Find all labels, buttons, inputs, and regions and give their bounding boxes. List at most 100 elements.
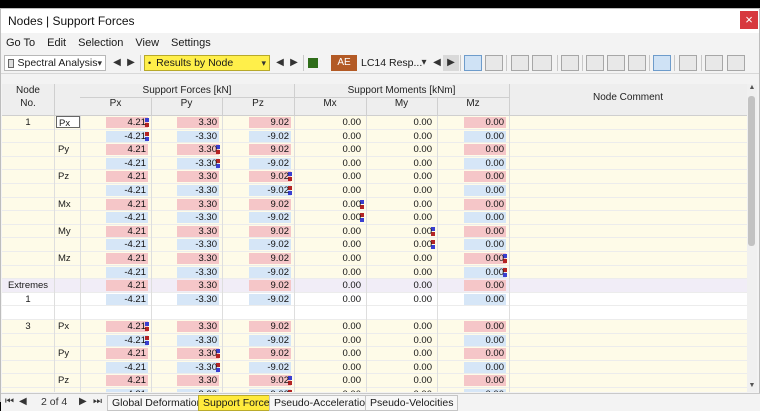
select-icon[interactable] bbox=[464, 55, 482, 71]
value-cell-mx[interactable] bbox=[294, 306, 366, 319]
structure-icon[interactable] bbox=[561, 55, 579, 71]
value-cell-mx[interactable]: 0.00 bbox=[294, 334, 366, 347]
value-cell-py[interactable]: 3.30 bbox=[151, 225, 222, 238]
value-cell-my[interactable]: 0.00 bbox=[366, 361, 437, 374]
table-row[interactable]: Pz 4.21 3.30 9.02 0.00 0.00 0.00 bbox=[2, 170, 747, 184]
value-cell-px[interactable]: 4.21 bbox=[80, 320, 151, 333]
value-cell-my[interactable]: 0.00 bbox=[366, 347, 437, 360]
analysis-type-dropdown[interactable]: Spectral Analysis ▾ bbox=[4, 55, 106, 71]
value-cell-mz[interactable]: 0.00 bbox=[437, 211, 509, 224]
table-insert-icon[interactable] bbox=[607, 55, 625, 71]
table-row[interactable] bbox=[2, 306, 747, 320]
bar-chart-icon[interactable] bbox=[653, 55, 671, 71]
value-cell-pz[interactable]: 9.02 bbox=[222, 279, 294, 292]
value-cell-my[interactable]: 0.00 bbox=[366, 116, 437, 129]
value-cell-py[interactable]: -3.30 bbox=[151, 293, 222, 306]
menu-settings[interactable]: Settings bbox=[171, 37, 211, 49]
value-cell-mz[interactable]: 0.00 bbox=[437, 320, 509, 333]
value-cell-px[interactable] bbox=[80, 306, 151, 319]
value-cell-py[interactable]: -3.30 bbox=[151, 184, 222, 197]
value-cell-pz[interactable]: 9.02 bbox=[222, 347, 294, 360]
value-cell-pz[interactable]: -9.02 bbox=[222, 238, 294, 251]
value-cell-pz[interactable]: -9.02 bbox=[222, 211, 294, 224]
value-cell-mx[interactable]: 0.00 bbox=[294, 198, 366, 211]
table-row[interactable]: -4.21-3.30-9.020.000.000.00 bbox=[2, 211, 747, 225]
value-cell-px[interactable]: 4.21 bbox=[80, 347, 151, 360]
value-cell-my[interactable]: 0.00 bbox=[366, 374, 437, 387]
value-cell-mz[interactable]: 0.00 bbox=[437, 347, 509, 360]
value-cell-mx[interactable]: 0.00 bbox=[294, 143, 366, 156]
value-cell-px[interactable]: 4.21 bbox=[80, 143, 151, 156]
table-row[interactable]: -4.21-3.30-9.020.000.000.00 bbox=[2, 265, 747, 280]
value-cell-mz[interactable]: 0.00 bbox=[437, 252, 509, 265]
table-icon[interactable] bbox=[586, 55, 604, 71]
value-cell-mx[interactable]: 0.00 bbox=[294, 170, 366, 183]
table-row[interactable]: -4.21-3.30-9.020.000.000.00 bbox=[2, 360, 747, 375]
value-cell-py[interactable]: 3.30 bbox=[151, 374, 222, 387]
value-cell-my[interactable]: 0.00 bbox=[366, 238, 437, 251]
value-cell-pz[interactable]: 9.02 bbox=[222, 198, 294, 211]
value-cell-mx[interactable]: 0.00 bbox=[294, 347, 366, 360]
table-row[interactable]: -4.21-3.30-9.020.000.000.00 bbox=[2, 388, 747, 392]
value-cell-py[interactable]: 3.30 bbox=[151, 143, 222, 156]
value-cell-pz[interactable]: -9.02 bbox=[222, 266, 294, 279]
value-cell-mz[interactable] bbox=[437, 306, 509, 319]
value-cell-px[interactable]: -4.21 bbox=[80, 293, 151, 306]
value-cell-my[interactable]: 0.00 bbox=[366, 198, 437, 211]
table-row[interactable]: -4.21-3.30-9.020.000.000.00 bbox=[2, 129, 747, 144]
value-cell-pz[interactable]: 9.02 bbox=[222, 374, 294, 387]
value-cell-px[interactable]: -4.21 bbox=[80, 130, 151, 143]
value-cell-my[interactable]: 0.00 bbox=[366, 211, 437, 224]
component-label[interactable]: Py bbox=[56, 347, 80, 360]
value-cell-mz[interactable]: 0.00 bbox=[437, 361, 509, 374]
value-cell-mx[interactable]: 0.00 bbox=[294, 130, 366, 143]
value-cell-py[interactable]: -3.30 bbox=[151, 238, 222, 251]
value-cell-px[interactable]: 4.21 bbox=[80, 252, 151, 265]
component-label[interactable]: Mx bbox=[56, 198, 80, 211]
value-cell-mz[interactable]: 0.00 bbox=[437, 225, 509, 238]
value-cell-my[interactable]: 0.00 bbox=[366, 334, 437, 347]
value-cell-mz[interactable]: 0.00 bbox=[437, 266, 509, 279]
value-cell-mx[interactable]: 0.00 bbox=[294, 279, 366, 292]
value-cell-px[interactable]: 4.21 bbox=[80, 279, 151, 292]
value-cell-py[interactable] bbox=[151, 306, 222, 319]
value-cell-mz[interactable]: 0.00 bbox=[437, 184, 509, 197]
value-cell-pz[interactable]: 9.02 bbox=[222, 116, 294, 129]
value-cell-my[interactable]: 0.00 bbox=[366, 266, 437, 279]
value-cell-py[interactable]: 3.30 bbox=[151, 279, 222, 292]
value-cell-px[interactable]: -4.21 bbox=[80, 361, 151, 374]
value-cell-mx[interactable]: 0.00 bbox=[294, 266, 366, 279]
menu-view[interactable]: View bbox=[135, 37, 159, 49]
value-cell-py[interactable]: 3.30 bbox=[151, 170, 222, 183]
value-cell-mx[interactable]: 0.00 bbox=[294, 116, 366, 129]
first-page-icon[interactable]: ⏮ bbox=[5, 396, 14, 407]
table-row[interactable]: My 4.21 3.30 9.02 0.00 0.00 0.00 bbox=[2, 224, 747, 239]
value-cell-px[interactable]: -4.21 bbox=[80, 388, 151, 392]
value-cell-py[interactable]: -3.30 bbox=[151, 361, 222, 374]
value-cell-px[interactable]: 4.21 bbox=[80, 198, 151, 211]
value-cell-mx[interactable]: 0.00 bbox=[294, 184, 366, 197]
value-cell-py[interactable]: 3.30 bbox=[151, 252, 222, 265]
value-cell-my[interactable]: 0.00 bbox=[366, 225, 437, 238]
value-cell-mx[interactable]: 0.00 bbox=[294, 361, 366, 374]
value-cell-pz[interactable]: -9.02 bbox=[222, 184, 294, 197]
value-cell-my[interactable]: 0.00 bbox=[366, 157, 437, 170]
scroll-up-icon[interactable]: ▲ bbox=[747, 84, 757, 94]
scroll-down-icon[interactable]: ▼ bbox=[747, 382, 757, 392]
table-row[interactable]: Py 4.21 3.30 9.02 0.00 0.00 0.00 bbox=[2, 347, 747, 361]
value-cell-mz[interactable]: 0.00 bbox=[437, 170, 509, 183]
component-label[interactable]: Pz bbox=[56, 170, 80, 183]
next-arrow-icon[interactable]: ▶ bbox=[123, 55, 139, 71]
value-cell-my[interactable]: 0.00 bbox=[366, 130, 437, 143]
table-row[interactable]: -4.21-3.30-9.020.000.000.00 bbox=[2, 333, 747, 348]
value-cell-mz[interactable]: 0.00 bbox=[437, 238, 509, 251]
value-cell-my[interactable]: 0.00 bbox=[366, 320, 437, 333]
value-cell-pz[interactable]: -9.02 bbox=[222, 334, 294, 347]
value-cell-pz[interactable]: 9.02 bbox=[222, 225, 294, 238]
component-label[interactable]: Pz bbox=[56, 374, 80, 387]
value-cell-py[interactable]: -3.30 bbox=[151, 157, 222, 170]
value-cell-pz[interactable]: 9.02 bbox=[222, 170, 294, 183]
value-cell-mz[interactable]: 0.00 bbox=[437, 388, 509, 392]
table-row[interactable]: 1 -4.21 -3.30 -9.02 0.00 0.00 0.00 bbox=[2, 292, 747, 307]
value-cell-mz[interactable]: 0.00 bbox=[437, 157, 509, 170]
